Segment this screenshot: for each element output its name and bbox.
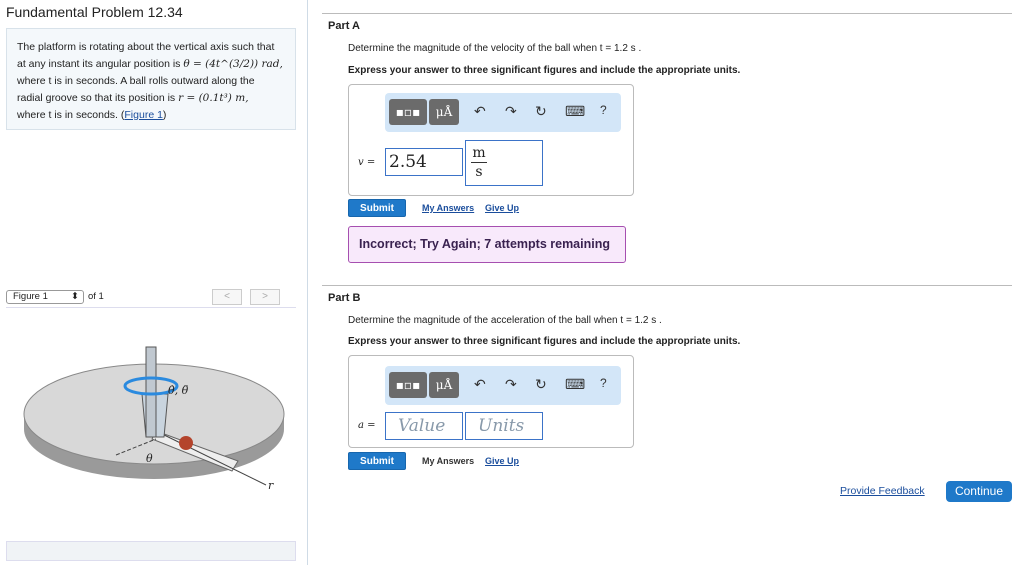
unit-numerator: m	[471, 145, 487, 163]
acceleration-units-input[interactable]: Units	[465, 412, 543, 440]
velocity-units-input[interactable]: m s	[465, 140, 543, 186]
part-b-answer-box: ▪▫▪ μÅ ↶ ↷ ↻ ⌨ ? a = Value Units	[348, 355, 634, 448]
part-b-my-answers-link[interactable]: My Answers	[422, 456, 474, 466]
undo-icon[interactable]: ↶	[474, 376, 486, 393]
rotating-platform-diagram	[23, 346, 285, 486]
feedback-message: Incorrect; Try Again; 7 attempts remaini…	[348, 226, 626, 263]
text: at any instant its angular position is	[17, 58, 184, 70]
undo-icon[interactable]: ↶	[474, 103, 486, 120]
templates-icon: ▪▫▪	[395, 105, 421, 119]
problem-line: The platform is rotating about the verti…	[17, 41, 275, 53]
r-expression: r = (0.1t³) m,	[178, 92, 249, 104]
figure-count: of 1	[88, 291, 104, 302]
theta-dot-label: θ̇, θ̈	[168, 384, 189, 397]
figure-select-value: Figure 1	[13, 291, 48, 302]
figure-select[interactable]: Figure 1 ⬍	[6, 290, 84, 304]
part-b-instruction: Express your answer to three significant…	[348, 336, 741, 347]
problem-title: Fundamental Problem 12.34	[6, 4, 183, 20]
math-toolbar: ▪▫▪ μÅ ↶ ↷ ↻ ⌨ ?	[385, 366, 621, 405]
figure-image: θ̇, θ̈ θ r	[6, 309, 296, 541]
redo-icon[interactable]: ↷	[505, 103, 517, 120]
problem-line: where t is in seconds. A ball rolls outw…	[17, 75, 255, 87]
problem-line: where t is in seconds. (Figure 1)	[17, 107, 285, 124]
part-a-instruction: Express your answer to three significant…	[348, 65, 741, 76]
text: radial groove so that its position is	[17, 92, 179, 104]
reset-icon[interactable]: ↻	[535, 103, 547, 120]
select-arrows-icon: ⬍	[71, 291, 79, 302]
part-a-question: Determine the magnitude of the velocity …	[348, 43, 642, 54]
templates-icon: ▪▫▪	[395, 378, 421, 392]
unit-denominator: s	[475, 164, 483, 180]
part-a-label: Part A	[328, 20, 360, 32]
acceleration-value-input[interactable]: Value	[385, 412, 463, 440]
problem-statement: The platform is rotating about the verti…	[6, 28, 296, 130]
help-icon[interactable]: ?	[600, 103, 607, 117]
v-label: v =	[358, 157, 376, 168]
templates-button[interactable]: ▪▫▪	[389, 99, 427, 125]
keyboard-icon[interactable]: ⌨	[565, 103, 585, 120]
redo-icon[interactable]: ↷	[505, 376, 517, 393]
continue-button[interactable]: Continue	[946, 481, 1012, 502]
problem-line: radial groove so that its position is r …	[17, 90, 285, 107]
part-b-question: Determine the magnitude of the accelerat…	[348, 315, 662, 326]
divider	[322, 13, 1012, 14]
part-a-my-answers-link[interactable]: My Answers	[422, 203, 474, 213]
help-icon[interactable]: ?	[600, 376, 607, 390]
templates-button[interactable]: ▪▫▪	[389, 372, 427, 398]
text: where t is in seconds. (	[17, 109, 125, 121]
provide-feedback-link[interactable]: Provide Feedback	[840, 485, 925, 497]
part-b-submit-button[interactable]: Submit	[348, 452, 406, 470]
math-toolbar: ▪▫▪ μÅ ↶ ↷ ↻ ⌨ ?	[385, 93, 621, 132]
r-label: r	[268, 479, 274, 492]
figure-link[interactable]: Figure 1	[124, 109, 163, 121]
units-button[interactable]: μÅ	[429, 372, 459, 398]
units-button[interactable]: μÅ	[429, 99, 459, 125]
a-label: a =	[358, 420, 376, 431]
part-a-give-up-link[interactable]: Give Up	[485, 203, 519, 213]
reset-icon[interactable]: ↻	[535, 376, 547, 393]
keyboard-icon[interactable]: ⌨	[565, 376, 585, 393]
part-a-answer-box: ▪▫▪ μÅ ↶ ↷ ↻ ⌨ ? v = 2.54 m s	[348, 84, 634, 196]
figure-footer	[6, 541, 296, 561]
figure-prev-button[interactable]: <	[212, 289, 242, 305]
part-a-submit-button[interactable]: Submit	[348, 199, 406, 217]
problem-line: at any instant its angular position is θ…	[17, 56, 285, 73]
text: )	[162, 109, 167, 121]
divider	[322, 285, 1012, 286]
figure-next-button[interactable]: >	[250, 289, 280, 305]
velocity-value-input[interactable]: 2.54	[385, 148, 463, 176]
part-b-give-up-link[interactable]: Give Up	[485, 456, 519, 466]
theta-label: θ	[146, 452, 153, 465]
part-b-label: Part B	[328, 292, 361, 304]
theta-expression: θ = (4t^(3/2)) rad,	[183, 58, 283, 70]
